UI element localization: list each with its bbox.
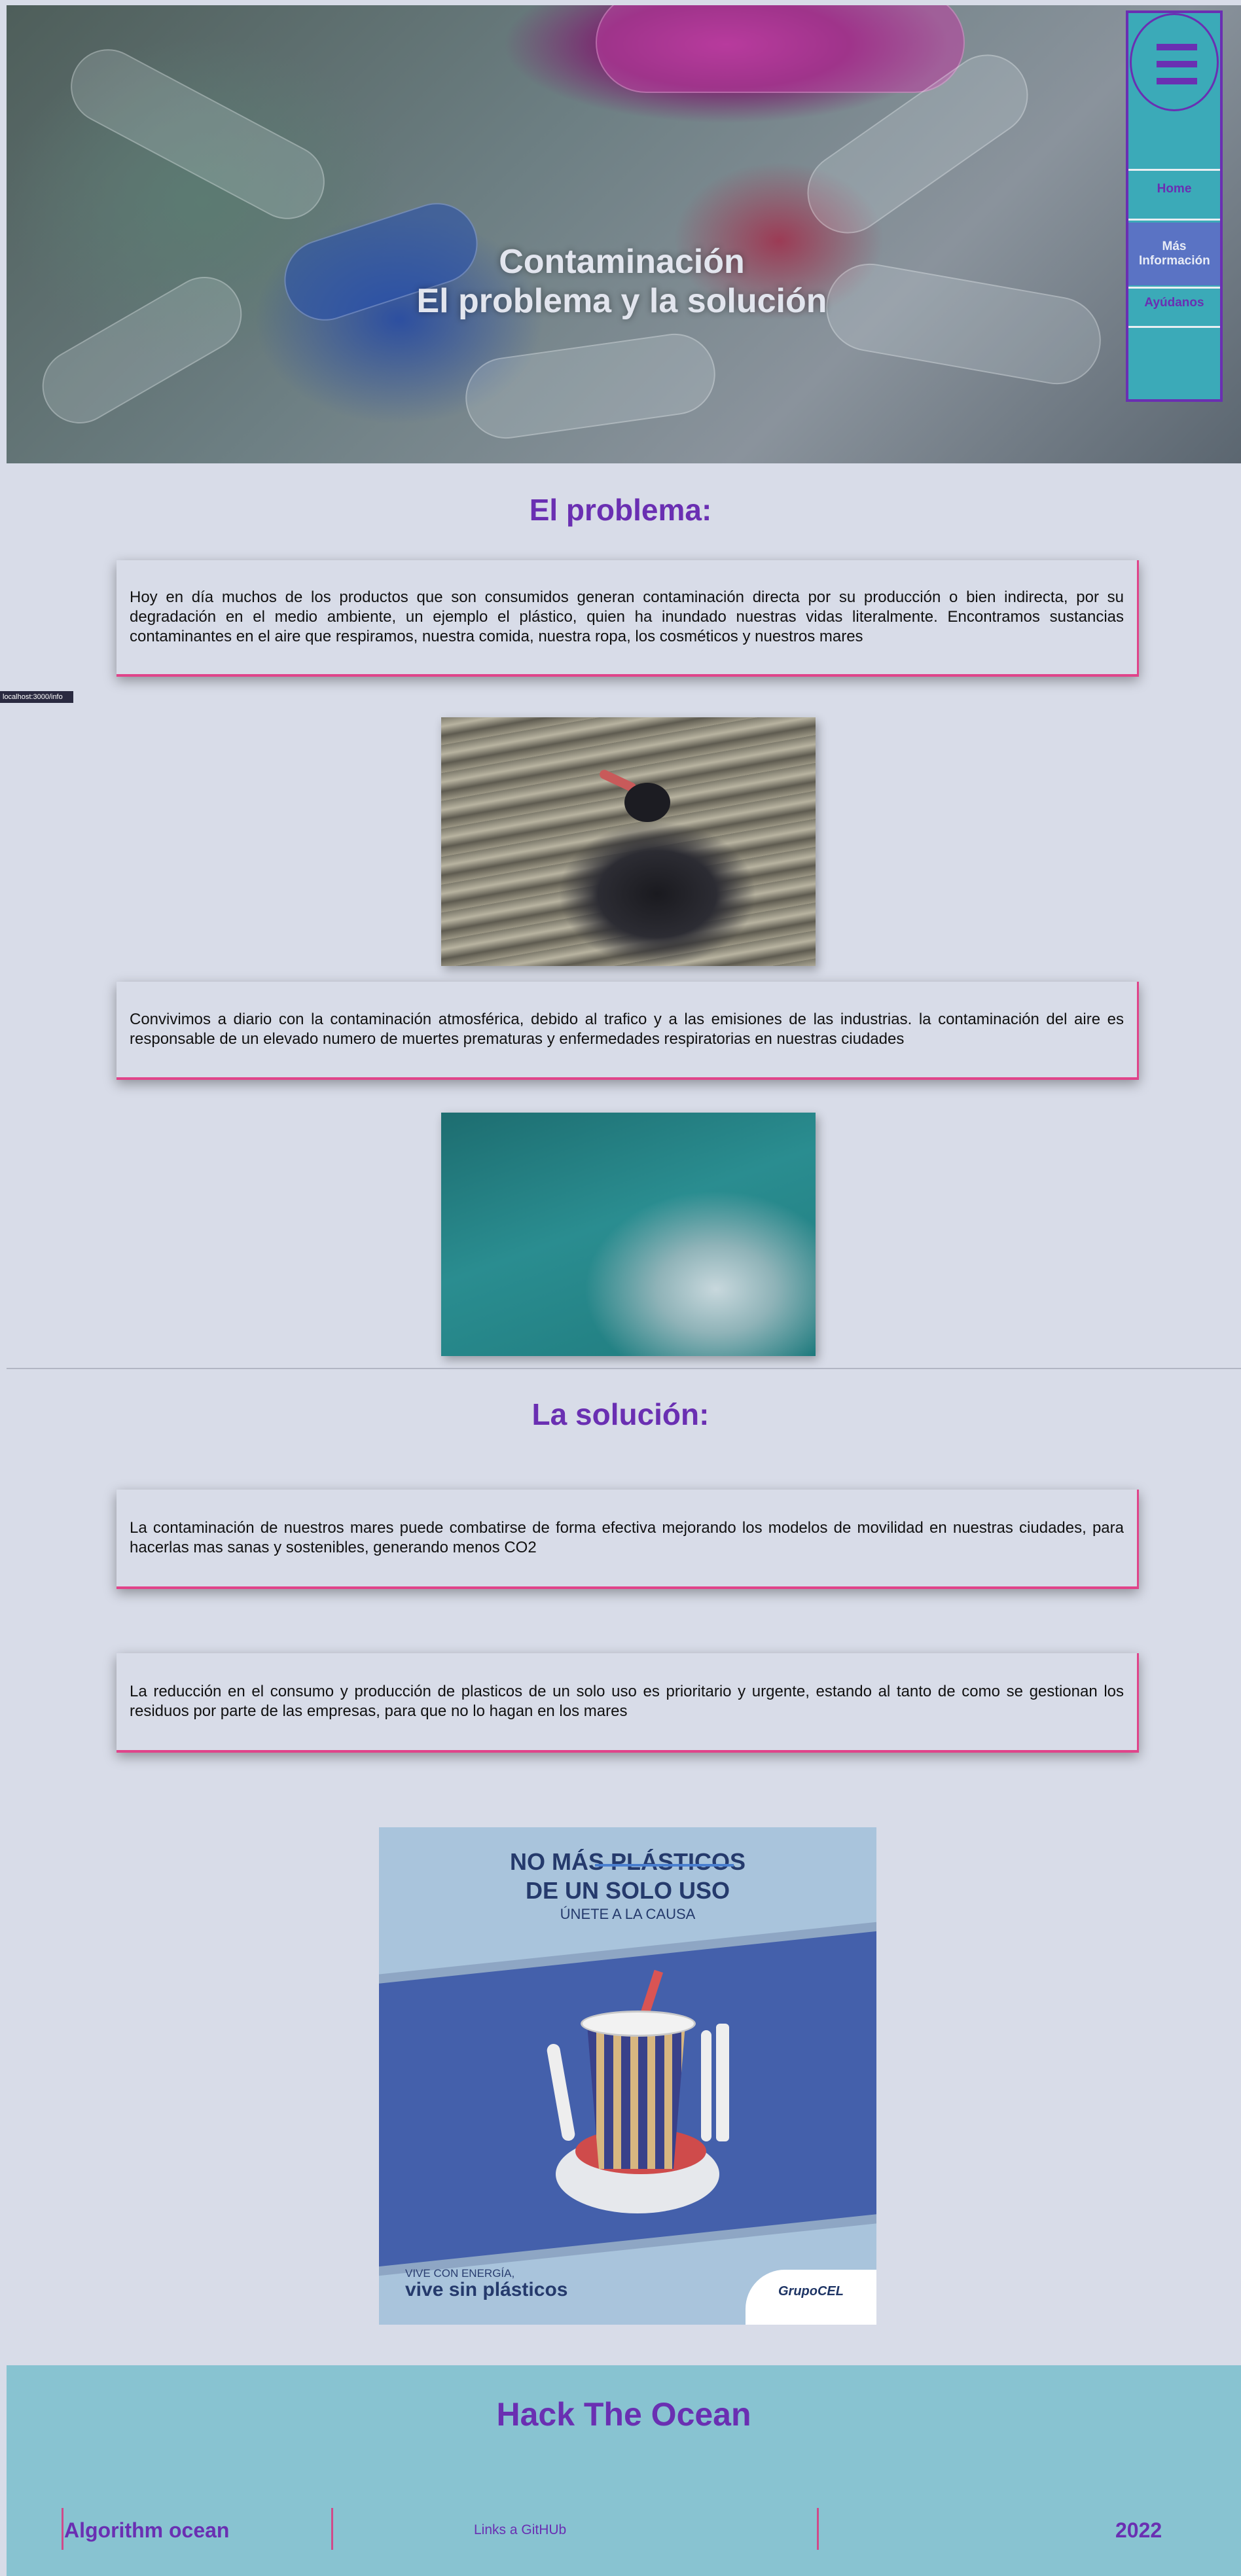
poster-tagline-small: VIVE CON ENERGÍA, bbox=[405, 2267, 515, 2280]
poster-line1: NO MÁS PLÁSTICOS bbox=[509, 1848, 746, 1875]
no-plastics-poster: NO MÁS PLÁSTICOS DE UN SOLO USO ÚNETE A … bbox=[379, 1827, 876, 2325]
section-divider bbox=[7, 1368, 1241, 1369]
oil-bird-photo bbox=[441, 717, 816, 966]
problem-card-1: Hoy en día muchos de los productos que s… bbox=[117, 560, 1139, 677]
problem-card-2: Convivimos a diario con la contaminación… bbox=[117, 982, 1139, 1080]
hamburger-icon[interactable] bbox=[1130, 13, 1219, 111]
nav-home[interactable]: Home bbox=[1128, 182, 1220, 196]
hero-title: Contaminación El problema y la solución bbox=[0, 242, 1241, 321]
problem-card-2-text: Convivimos a diario con la contaminación… bbox=[130, 1011, 1124, 1048]
hero-title-line2: El problema y la solución bbox=[416, 282, 827, 320]
problem-heading: El problema: bbox=[529, 493, 712, 527]
problem-card-1-text: Hoy en día muchos de los productos que s… bbox=[130, 588, 1124, 645]
footer-year: 2022 bbox=[1115, 2518, 1162, 2542]
solution-card-1-text: La contaminación de nuestros mares puede… bbox=[130, 1519, 1124, 1556]
solution-card-2-text: La reducción en el consumo y producción … bbox=[130, 1683, 1124, 1720]
poster-line3: ÚNETE A LA CAUSA bbox=[560, 1906, 696, 1922]
footer-title: Hack The Ocean bbox=[496, 2396, 751, 2433]
side-nav: Home Más Información Ayúdanos bbox=[1126, 10, 1223, 402]
poster-tagline-big: vive sin plásticos bbox=[405, 2279, 568, 2300]
hero-title-line1: Contaminación bbox=[499, 243, 745, 281]
hero-banner bbox=[7, 5, 1241, 463]
solution-heading: La solución: bbox=[531, 1397, 710, 1431]
footer-github-link[interactable]: Links a GitHUb bbox=[474, 2522, 566, 2538]
poster-line2: DE UN SOLO USO bbox=[525, 1877, 730, 1904]
nav-more-info[interactable]: Más Información bbox=[1128, 223, 1220, 285]
poster-brand-logo: GrupoCEL bbox=[778, 2284, 844, 2299]
nav-help[interactable]: Ayúdanos bbox=[1128, 291, 1220, 310]
plastic-bottles-sea-photo bbox=[441, 1113, 816, 1356]
footer-team-name: Algorithm ocean bbox=[64, 2518, 230, 2542]
footer: Hack The Ocean Algorithm ocean Links a G… bbox=[7, 2365, 1241, 2576]
solution-card-2: La reducción en el consumo y producción … bbox=[117, 1653, 1139, 1753]
solution-card-1: La contaminación de nuestros mares puede… bbox=[117, 1490, 1139, 1589]
status-url: localhost:3000/info bbox=[0, 691, 73, 703]
